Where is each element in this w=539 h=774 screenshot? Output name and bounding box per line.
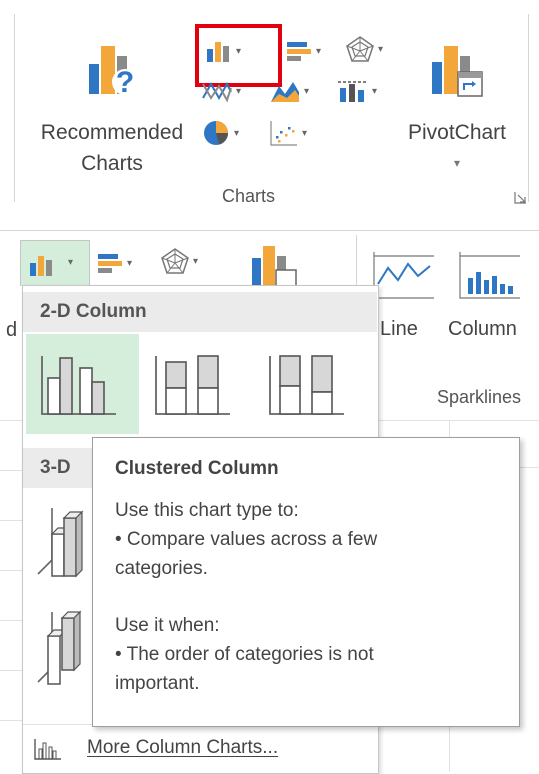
stacked-column-option[interactable] [140,334,253,434]
insert-area-chart-button[interactable]: ▾ [269,76,309,106]
radar-chart-icon [161,248,189,274]
expanded-column-menu-area: d ▾ ▾ ▾ Line Column Sparklines 2-D Colum… [0,230,539,774]
insert-statistic-chart-button[interactable]: ▾ [337,76,377,106]
stacked-column-icon [155,355,230,415]
chevron-down-icon: ▾ [378,43,384,55]
insert-scatter-chart-button[interactable]: ▾ [269,118,307,148]
more-column-charts-label: More Column Charts... [87,737,279,758]
column-chart-outline-icon [34,739,61,760]
recommended-charts-label-2: Charts [81,152,143,175]
dialog-launcher-icon[interactable] [514,191,527,204]
sparkline-line-button[interactable]: Line [368,244,442,354]
chevron-down-icon: ▾ [236,85,242,97]
pie-chart-icon [204,121,228,145]
divider [376,420,539,421]
tooltip-bullet-2a: • The order of categories is not [115,644,374,665]
pivotchart-button[interactable]: PivotChart ▾ [395,34,519,184]
charts-ribbon-group: ? Recommended Charts ▾ ▾ ▾ ▾ ▾ ▾ ▾ ▾ Piv… [14,14,529,206]
insert-bar-chart-button[interactable]: ▾ [96,248,132,278]
truncated-label: d [6,319,18,341]
sparkline-line-label: Line [380,318,418,340]
divider [0,670,22,671]
column-chart-icon [30,256,52,276]
divider [0,570,22,571]
tooltip-use-to: Use this chart type to: [115,500,299,521]
chevron-down-icon: ▾ [372,85,378,97]
svg-text:?: ? [116,66,134,99]
chevron-down-icon: ▾ [68,257,74,268]
sparkline-line-icon [373,252,434,299]
tooltip-use-when: Use it when: [115,615,220,636]
bar-chart-icon [98,254,122,273]
100-percent-stacked-column-icon [269,355,344,415]
section-2d-column: 2-D Column [23,292,377,332]
clustered-column-option[interactable] [26,334,139,434]
section-2d-column-label: 2-D Column [40,301,147,322]
recommended-charts-label-1: Recommended [40,121,184,144]
clustered-column-icon [41,356,116,415]
chevron-down-icon: ▾ [453,156,461,170]
divider [0,520,22,521]
divider [0,420,22,421]
divider [0,230,539,231]
chevron-down-icon: ▾ [127,257,133,269]
chevron-down-icon: ▾ [193,255,199,267]
insert-column-chart-button-active[interactable]: ▾ [20,240,90,286]
sparkline-column-icon [459,252,520,299]
chevron-down-icon: ▾ [234,127,240,139]
insert-bar-chart-button[interactable]: ▾ [285,36,321,66]
sparkline-column-button[interactable]: Column [446,244,536,354]
sparkline-column-label: Column [448,318,517,340]
chevron-down-icon: ▾ [304,85,310,97]
insert-line-chart-button[interactable]: ▾ [201,76,241,106]
divider [0,470,22,471]
divider [356,235,357,285]
recommended-charts-icon: ? [89,46,138,99]
pivotchart-icon [432,46,483,97]
area-chart-icon [271,82,299,102]
more-column-charts-link[interactable]: More Column Charts... [23,724,377,773]
bar-chart-icon [287,42,311,61]
clustered-column-tooltip: Clustered Column Use this chart type to:… [92,437,520,727]
tooltip-bullet-1b: categories. [115,558,208,579]
line-chart-icon [202,81,232,103]
tooltip-bullet-2b: important. [115,673,200,694]
statistic-chart-icon [338,81,367,102]
insert-pie-chart-button[interactable]: ▾ [201,118,239,148]
insert-radar-chart-button[interactable]: ▾ [160,246,198,276]
divider [0,720,22,721]
recommended-charts-button[interactable]: ? Recommended Charts [25,34,195,184]
100-percent-stacked-column-option[interactable] [254,334,367,434]
section-3d-column-label: 3-D [40,457,71,478]
radar-chart-icon [346,36,374,62]
insert-radar-chart-button[interactable]: ▾ [345,34,383,64]
sparklines-group-label: Sparklines [437,387,522,407]
pivotchart-icon[interactable] [248,244,298,286]
scatter-chart-icon [270,121,297,146]
tooltip-bullet-1a: • Compare values across a few [115,529,378,550]
chevron-down-icon: ▾ [316,45,322,57]
pivotchart-label: PivotChart [407,121,507,144]
tooltip-title: Clustered Column [115,458,279,479]
divider [0,620,22,621]
charts-group-label: Charts [222,186,276,206]
chevron-down-icon: ▾ [302,127,308,139]
